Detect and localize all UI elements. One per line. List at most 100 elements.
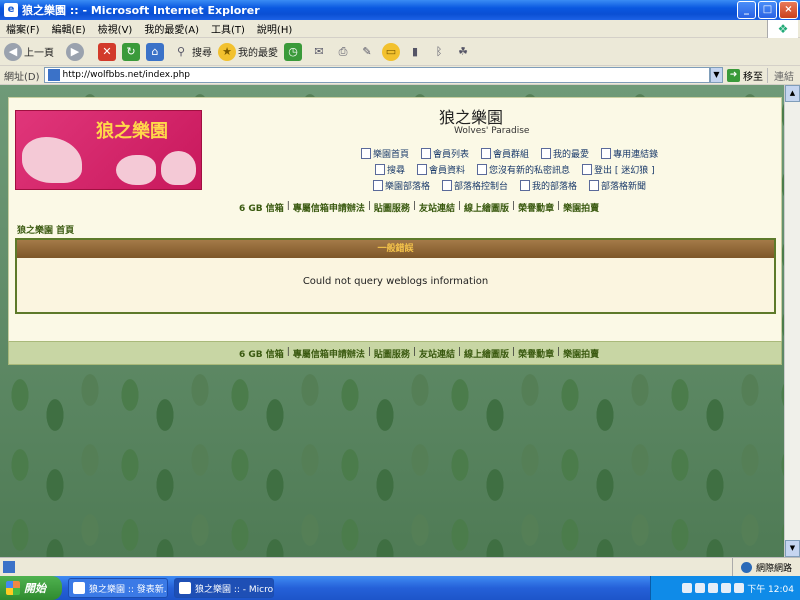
link-oekaki[interactable]: 線上繪圖版 [464, 347, 509, 360]
nav-private-messages[interactable]: 您沒有新的私密訊息 [477, 163, 570, 176]
tray-icon[interactable] [682, 583, 693, 593]
link-image-service[interactable]: 貼圖服務 [374, 347, 410, 360]
refresh-button[interactable]: ↻ [122, 42, 142, 61]
link-medals[interactable]: 榮譽勳章 [518, 347, 554, 360]
link-mailbox-apply[interactable]: 專屬信箱申請辦法 [293, 347, 365, 360]
start-button[interactable]: 開始 [0, 576, 62, 600]
nav-logout[interactable]: 登出 [ 迷幻狼 ] [582, 163, 655, 176]
link-image-service[interactable]: 貼圖服務 [374, 201, 410, 214]
print-button[interactable]: ⎙ [334, 43, 354, 61]
menu-view[interactable]: 檢視(V) [92, 21, 139, 36]
network-icon[interactable] [734, 583, 745, 593]
windows-flag-icon [6, 581, 20, 595]
bluetooth-button[interactable]: ᛒ [430, 43, 450, 61]
edit-icon: ✎ [362, 44, 372, 58]
history-button[interactable]: ◷ [284, 42, 304, 61]
nav-blog-cp[interactable]: 部落格控制台 [442, 179, 508, 192]
link-mailbox[interactable]: 6 GB 信箱 [239, 347, 284, 360]
menu-help[interactable]: 說明(H) [251, 21, 298, 36]
link-medals[interactable]: 榮譽勳章 [518, 201, 554, 214]
nav-row-3: 樂園部落格 部落格控制台 我的部落格 部落格新聞 [373, 179, 646, 192]
home-button[interactable]: ⌂ [146, 42, 166, 61]
go-arrow-icon: ➜ [727, 68, 740, 82]
search-button[interactable]: ⚲ 搜尋 [172, 43, 212, 61]
back-label: 上一頁 [24, 48, 54, 59]
link-auction[interactable]: 樂園拍賣 [563, 347, 599, 360]
nav-home[interactable]: 樂園首頁 [361, 147, 409, 160]
search-label: 搜尋 [192, 48, 212, 59]
stop-icon: ✕ [98, 42, 116, 61]
stop-button[interactable]: ✕ [98, 42, 118, 61]
edit-button[interactable]: ✎ [358, 43, 378, 61]
go-button[interactable]: ➜ 移至 [727, 68, 763, 83]
taskbar-item[interactable]: 狼之樂園 :: 發表新... [68, 578, 168, 598]
scroll-down-icon[interactable]: ▼ [785, 540, 800, 557]
standard-toolbar: ◀ 上一頁 ▶ ✕ ↻ ⌂ ⚲ 搜尋 ★ 我的最愛 ◷ ✉ ⎙ ✎ ▭ ▮ ᛒ … [0, 38, 800, 66]
volume-icon[interactable] [721, 583, 732, 593]
menu-edit[interactable]: 編輯(E) [46, 21, 92, 36]
discuss-button[interactable]: ▭ [382, 42, 402, 61]
site-logo[interactable]: 狼之樂園 [15, 110, 202, 190]
link-mailbox[interactable]: 6 GB 信箱 [239, 201, 284, 214]
security-zone: 網際網路 [731, 558, 800, 576]
profile-icon [417, 164, 428, 175]
breadcrumb[interactable]: 狼之樂園 首頁 [17, 223, 74, 236]
ie-icon: e [4, 3, 18, 17]
service-links-bottom: 6 GB 信箱 | 專屬信箱申請辦法 | 貼圖服務 | 友站連結 | 線上繪圖版 | 榮譽… [239, 347, 600, 360]
menu-bar: 檔案(F) 編輯(E) 檢視(V) 我的最愛(A) 工具(T) 說明(H) [0, 20, 800, 38]
forward-button[interactable]: ▶ [66, 42, 86, 61]
nav-links[interactable]: 專用連結錄 [601, 147, 658, 160]
tray-icon[interactable] [708, 583, 719, 593]
menu-file[interactable]: 檔案(F) [0, 21, 46, 36]
back-button[interactable]: ◀ 上一頁 [4, 42, 54, 61]
tray-icon[interactable] [695, 583, 706, 593]
address-dropdown-icon[interactable]: ▼ [710, 67, 723, 83]
messenger-button[interactable]: ☘ [454, 43, 474, 61]
link-friend-sites[interactable]: 友站連結 [419, 201, 455, 214]
zone-label: 網際網路 [755, 563, 792, 574]
close-button[interactable]: × [779, 1, 798, 19]
scroll-up-icon[interactable]: ▲ [785, 85, 800, 102]
link-oekaki[interactable]: 線上繪圖版 [464, 201, 509, 214]
vertical-scrollbar[interactable]: ▲ ▼ [784, 85, 800, 557]
nav-label: 會員群組 [493, 150, 530, 160]
taskbar-item[interactable]: 狼之樂園 :: - Micros... [174, 578, 274, 598]
nav-profile[interactable]: 會員資料 [417, 163, 465, 176]
nav-favorites[interactable]: 我的最愛 [541, 147, 589, 160]
nav-label: 我的最愛 [553, 150, 590, 160]
groups-icon [481, 148, 492, 159]
nav-my-blog[interactable]: 我的部落格 [520, 179, 577, 192]
menu-favorites[interactable]: 我的最愛(A) [138, 21, 205, 36]
wolf-illustration [161, 151, 196, 185]
favorites-button[interactable]: ★ 我的最愛 [218, 42, 278, 61]
nav-label: 我的部落格 [532, 182, 578, 192]
nav-label: 樂園部落格 [385, 182, 431, 192]
ie-icon [179, 582, 191, 594]
nav-label: 會員列表 [433, 150, 470, 160]
research-button[interactable]: ▮ [406, 43, 426, 61]
nav-memberlist[interactable]: 會員列表 [421, 147, 469, 160]
site-subtitle: Wolves' Paradise [454, 126, 530, 136]
nav-label: 部落格控制台 [454, 182, 509, 192]
book-icon: ▮ [411, 44, 419, 58]
mail-button[interactable]: ✉ [310, 43, 330, 61]
menu-tools[interactable]: 工具(T) [205, 21, 251, 36]
status-bar: 網際網路 [0, 557, 800, 576]
address-input[interactable]: http://wolfbbs.net/index.php [43, 67, 710, 83]
bluetooth-icon: ᛒ [435, 44, 443, 58]
link-mailbox-apply[interactable]: 專屬信箱申請辦法 [293, 201, 365, 214]
minimize-button[interactable]: _ [737, 1, 756, 19]
forum-page: 狼之樂園 狼之樂園 Wolves' Paradise 樂園首頁 會員列表 會員群… [8, 97, 782, 347]
nav-blog-news[interactable]: 部落格新聞 [589, 179, 646, 192]
blog-icon [589, 180, 600, 191]
clock[interactable]: 下午 12:04 [747, 582, 794, 595]
maximize-button[interactable]: □ [758, 1, 777, 19]
go-label: 移至 [743, 71, 763, 83]
link-auction[interactable]: 樂園拍賣 [563, 201, 599, 214]
links-button[interactable]: 連結 [767, 67, 800, 83]
nav-groups[interactable]: 會員群組 [481, 147, 529, 160]
address-url[interactable]: http://wolfbbs.net/index.php [63, 70, 191, 80]
link-friend-sites[interactable]: 友站連結 [419, 347, 455, 360]
nav-search[interactable]: 搜尋 [375, 163, 405, 176]
nav-blog[interactable]: 樂園部落格 [373, 179, 430, 192]
